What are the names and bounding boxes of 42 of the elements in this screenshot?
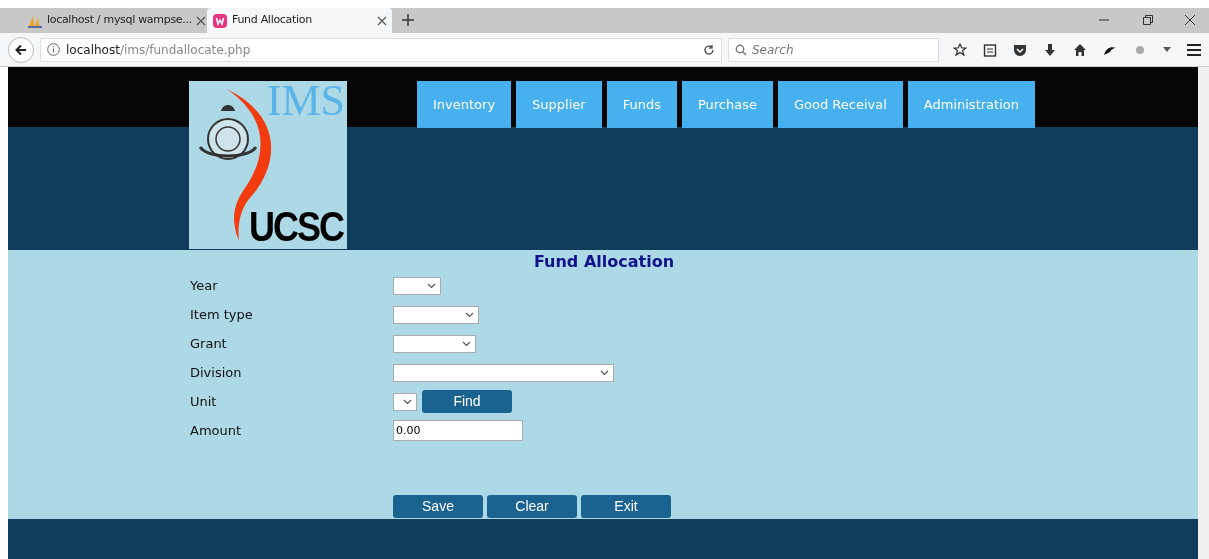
close-icon[interactable]: [195, 15, 206, 26]
amount-field[interactable]: 0.00: [393, 420, 523, 441]
chevron-icon: [600, 369, 609, 376]
home-icon[interactable]: [1073, 42, 1087, 57]
reading-list-icon[interactable]: [983, 42, 997, 57]
pocket-icon[interactable]: [1013, 42, 1027, 57]
back-arrow-icon: [15, 43, 27, 56]
tab-title: localhost / mysql wampse...: [47, 12, 192, 29]
info-icon[interactable]: [47, 43, 60, 56]
menu-icon[interactable]: [1187, 43, 1201, 56]
browser-tab[interactable]: Fund Allocation: [207, 8, 392, 33]
chevron-icon: [465, 311, 474, 318]
star-icon[interactable]: [953, 42, 967, 57]
find-button[interactable]: Find: [422, 390, 512, 413]
tab-logo-icon: [212, 12, 228, 29]
dropdown-icon[interactable]: [1163, 47, 1171, 52]
download-icon[interactable]: [1043, 42, 1057, 57]
tab-title: Fund Allocation: [232, 12, 313, 29]
form-title: Fund Allocation: [533, 251, 675, 273]
restore-icon[interactable]: [1143, 15, 1153, 25]
logo-title: IMS: [266, 79, 345, 123]
field-label: Unit: [190, 392, 218, 411]
back-button[interactable]: [8, 36, 34, 63]
field-label: Amount: [190, 421, 243, 440]
search-field[interactable]: Search: [728, 37, 939, 62]
chevron-icon: [462, 340, 471, 347]
logo-caption: UCSC: [249, 205, 343, 249]
search-icon: [735, 43, 747, 56]
form-button[interactable]: Clear: [487, 495, 577, 518]
chevron-icon: [403, 398, 412, 405]
field-label: Year: [190, 276, 219, 295]
field-label: Division: [190, 363, 243, 382]
form-button[interactable]: Save: [393, 495, 483, 518]
form-button[interactable]: Exit: [581, 495, 671, 518]
field-label: Item type: [190, 305, 254, 324]
chevron-icon: [427, 282, 436, 289]
new-tab-icon[interactable]: [402, 14, 414, 26]
reload-icon[interactable]: [703, 43, 715, 56]
scrollbar[interactable]: [1198, 67, 1209, 559]
field-label: Grant: [190, 334, 228, 353]
close-icon[interactable]: [377, 15, 387, 26]
close-icon[interactable]: [1185, 15, 1195, 25]
